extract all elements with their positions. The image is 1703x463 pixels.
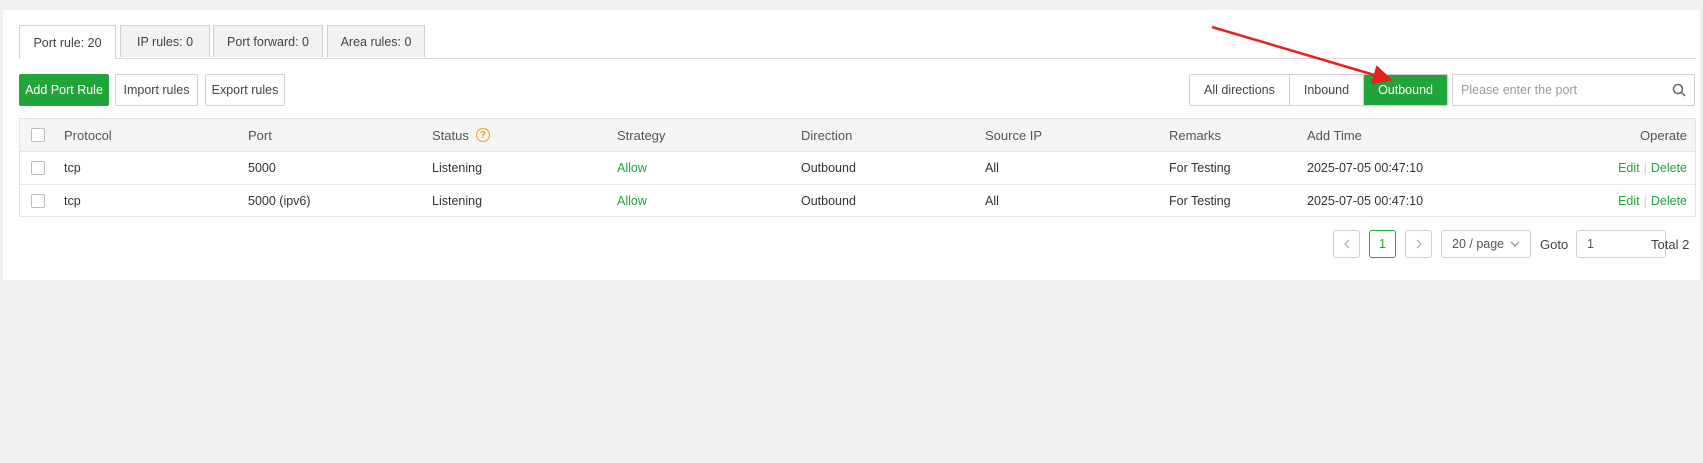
tab-ip-rules[interactable]: IP rules: 0 [120,25,210,57]
cell-remarks: For Testing [1169,161,1231,175]
cell-protocol: tcp [64,194,81,208]
tab-area-rules[interactable]: Area rules: 0 [327,25,425,57]
divider: | [1643,194,1647,208]
cell-strategy: Allow [617,194,647,208]
chevron-left-icon [1343,239,1349,249]
delete-link[interactable]: Delete [1651,161,1687,175]
delete-link[interactable]: Delete [1651,194,1687,208]
add-port-rule-button[interactable]: Add Port Rule [19,74,109,106]
prev-page-button[interactable] [1333,230,1360,258]
select-all-checkbox[interactable] [31,128,45,142]
total-label: Total 2 [1651,236,1690,252]
chevron-down-icon [1510,241,1520,247]
import-rules-button[interactable]: Import rules [115,74,198,106]
cell-protocol: tcp [64,161,81,175]
column-header: Remarks [1169,127,1222,143]
table-row: tcp 5000 Listening Allow Outbound All Fo… [20,152,1695,185]
next-page-button[interactable] [1405,230,1432,258]
column-header: Direction [801,127,853,143]
cell-operate: Edit | Delete [1618,152,1687,184]
row-checkbox[interactable] [31,194,45,208]
port-search-input[interactable] [1453,82,1664,98]
page-button-current[interactable]: 1 [1369,230,1396,258]
chevron-right-icon [1416,239,1422,249]
rule-tabs: Port rule: 20 IP rules: 0 Port forward: … [19,25,1696,59]
cell-status: Listening [432,161,483,175]
direction-inbound-button[interactable]: Inbound [1290,75,1365,105]
cell-strategy: Allow [617,161,647,175]
tab-label: IP rules: 0 [136,34,194,49]
cell-port: 5000 (ipv6) [248,194,311,208]
column-header: Port [248,127,272,143]
edit-link[interactable]: Edit [1618,194,1640,208]
cell-operate: Edit | Delete [1618,185,1687,217]
cell-direction: Outbound [801,161,856,175]
column-header: Protocol [64,127,112,143]
cell-port: 5000 [248,161,276,175]
column-header: Status [432,127,469,143]
tab-label: Port rule: 20 [33,35,102,50]
column-header: Operate [1640,127,1687,143]
direction-filter: All directions Inbound Outbound [1189,74,1448,106]
help-icon[interactable]: ? [475,128,490,142]
tab-label: Port forward: 0 [227,34,309,49]
edit-link[interactable]: Edit [1618,161,1640,175]
column-header: Source IP [985,127,1043,143]
search-icon[interactable] [1664,83,1694,97]
goto-label: Goto [1540,236,1569,252]
cell-add-time: 2025-07-05 00:47:10 [1307,161,1424,175]
tab-label: Area rules: 0 [340,34,412,49]
direction-all-button[interactable]: All directions [1190,75,1290,105]
divider: | [1643,161,1647,175]
cell-add-time: 2025-07-05 00:47:10 [1307,194,1424,208]
direction-outbound-button[interactable]: Outbound [1364,75,1447,105]
cell-source-ip: All [985,194,999,208]
table-header: Protocol Port Status? Strategy Direction… [20,119,1695,152]
tab-port-forward[interactable]: Port forward: 0 [213,25,323,57]
column-header: Strategy [617,127,666,143]
column-header: Add Time [1307,127,1362,143]
column-header-status: Status? [432,119,490,151]
firewall-panel: Port rule: 20 IP rules: 0 Port forward: … [3,10,1700,280]
cell-direction: Outbound [801,194,856,208]
cell-status: Listening [432,194,483,208]
page-size-value: 20 / page [1452,237,1505,251]
port-search [1452,74,1695,106]
table-row: tcp 5000 (ipv6) Listening Allow Outbound… [20,185,1695,217]
page-size-select[interactable]: 20 / page [1441,230,1531,258]
cell-remarks: For Testing [1169,194,1231,208]
tab-port-rule[interactable]: Port rule: 20 [19,25,116,59]
export-rules-button[interactable]: Export rules [205,74,285,106]
port-rules-table: Protocol Port Status? Strategy Direction… [19,118,1696,217]
row-checkbox[interactable] [31,161,45,175]
cell-source-ip: All [985,161,999,175]
